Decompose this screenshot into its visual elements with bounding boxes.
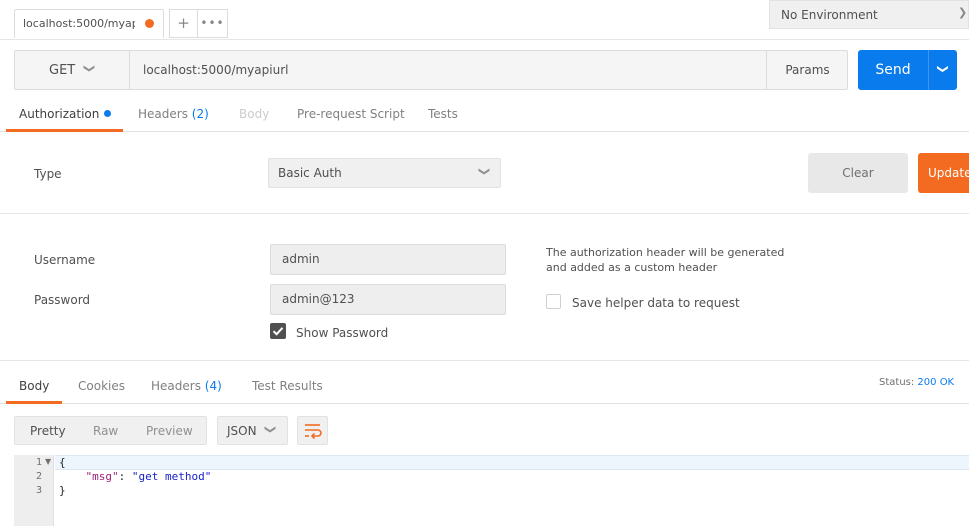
chevron-down-icon: ❯	[937, 64, 950, 74]
tab-response-body[interactable]: Body	[19, 379, 49, 393]
environment-select[interactable]: No Environment ❯	[769, 0, 969, 29]
tab-body[interactable]: Body	[239, 107, 269, 121]
password-value: admin@123	[282, 292, 355, 306]
active-tab-indicator	[6, 129, 123, 132]
environment-label: No Environment	[781, 8, 878, 22]
unsaved-dot-icon	[145, 19, 154, 28]
code-line: }	[59, 484, 66, 497]
wrap-lines-button[interactable]	[297, 416, 328, 445]
more-tabs-button[interactable]: •••	[198, 9, 228, 38]
pretty-button[interactable]: Pretty	[30, 424, 66, 438]
json-key: "msg"	[85, 470, 119, 483]
type-label: Type	[34, 167, 62, 181]
show-password-checkbox[interactable]	[270, 323, 286, 339]
raw-button[interactable]: Raw	[93, 424, 118, 438]
chevron-down-icon: ❯	[83, 63, 97, 74]
divider	[0, 213, 969, 214]
chevron-down-icon: ❯	[958, 6, 968, 19]
language-value: JSON	[227, 424, 257, 438]
send-options-button[interactable]: ❯	[928, 50, 957, 90]
update-request-button[interactable]: Update	[918, 153, 969, 193]
tab-label: Headers	[138, 107, 188, 121]
line-number: 3	[35, 485, 42, 496]
send-button[interactable]: Send	[858, 50, 928, 90]
brace: {	[59, 456, 66, 469]
username-input[interactable]: admin	[270, 244, 506, 275]
clear-button[interactable]: Clear	[808, 153, 908, 193]
auth-type-select[interactable]: Basic Auth ❯	[268, 158, 501, 188]
tab-cookies[interactable]: Cookies	[78, 379, 125, 393]
response-status: Status: 200 OK	[879, 377, 954, 388]
params-button[interactable]: Params	[766, 51, 848, 89]
json-value: "get method"	[131, 470, 212, 483]
password-label: Password	[34, 293, 91, 307]
tab-label: Authorization	[19, 107, 100, 121]
json-colon: :	[118, 470, 132, 483]
wrap-lines-icon	[305, 424, 322, 440]
line-number: 1	[35, 457, 42, 468]
chevron-down-icon: ❯	[478, 166, 492, 177]
request-tab-title: localhost:5000/myapiurl	[23, 17, 135, 30]
new-tab-button[interactable]: +	[169, 9, 198, 38]
fold-arrow-icon[interactable]: ▼	[45, 457, 51, 466]
status-label: Status:	[879, 377, 915, 388]
code-line: "msg": "get method"	[59, 470, 212, 483]
brace: }	[59, 484, 66, 497]
line-number: 2	[35, 471, 42, 482]
password-input[interactable]: admin@123	[270, 284, 506, 315]
line-gutter: 1 ▼ 2 3	[14, 455, 54, 526]
status-value: 200 OK	[917, 377, 955, 388]
tab-label: Headers	[151, 379, 201, 393]
username-value: admin	[282, 252, 320, 266]
tab-response-headers[interactable]: Headers (4)	[151, 379, 222, 393]
response-tabs: Body Cookies Headers (4) Test Results	[0, 372, 969, 404]
active-tab-indicator	[6, 401, 62, 404]
username-label: Username	[34, 253, 96, 267]
tab-pre-request-script[interactable]: Pre-request Script	[297, 107, 405, 121]
show-password-label: Show Password	[296, 326, 389, 340]
request-tabs: Authorization Headers (2) Body Pre-reque…	[0, 100, 969, 132]
code-line: {	[59, 456, 66, 469]
method-select[interactable]: GET ❯	[15, 51, 130, 89]
active-line-highlight	[55, 455, 969, 470]
divider	[0, 360, 969, 361]
check-icon	[272, 327, 284, 336]
format-toggle: Pretty Raw Preview	[14, 416, 207, 445]
preview-button[interactable]: Preview	[146, 424, 193, 438]
tab-authorization[interactable]: Authorization	[19, 107, 112, 121]
auth-type-value: Basic Auth	[278, 166, 342, 180]
response-body-editor[interactable]: 1 ▼ 2 3 { "msg": "get method" }	[14, 455, 969, 526]
chevron-down-icon: ❯	[264, 424, 278, 435]
active-dot-icon	[104, 110, 112, 117]
tab-headers[interactable]: Headers (2)	[138, 107, 209, 121]
tab-test-results[interactable]: Test Results	[252, 379, 323, 393]
tab-count: (2)	[191, 107, 209, 121]
tab-count: (4)	[204, 379, 222, 393]
language-select[interactable]: JSON ❯	[217, 416, 288, 445]
url-bar: GET ❯ localhost:5000/myapiurl Params	[14, 50, 848, 90]
url-input[interactable]: localhost:5000/myapiurl	[143, 63, 288, 77]
method-label: GET	[49, 63, 76, 78]
tab-tests[interactable]: Tests	[428, 107, 458, 121]
save-helper-checkbox[interactable]	[546, 294, 561, 309]
request-tab[interactable]: localhost:5000/myapiurl	[14, 9, 164, 38]
save-helper-label: Save helper data to request	[572, 296, 740, 310]
auth-helper-note: The authorization header will be generat…	[546, 246, 785, 274]
